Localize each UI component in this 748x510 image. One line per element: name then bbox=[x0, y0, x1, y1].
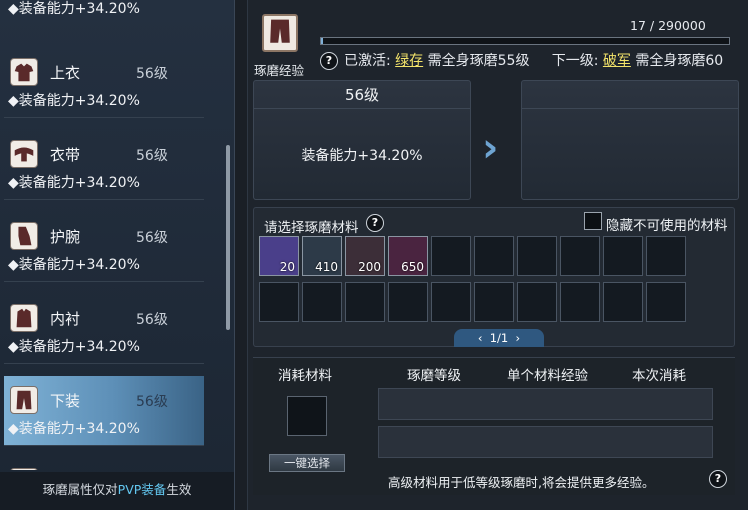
equip-name: 内衬 bbox=[50, 310, 81, 328]
consume-material-slot[interactable] bbox=[287, 396, 327, 436]
material-slot[interactable]: 410 bbox=[302, 236, 342, 276]
arrow-right-icon: › bbox=[482, 125, 499, 171]
equipment-list: ◆装备能力+34.20% 上衣 56级 ◆装备能力+34.20% 衣带 56级 … bbox=[0, 0, 225, 470]
equip-stat: ◆装备能力+34.20% bbox=[8, 339, 140, 355]
equip-name: 上衣 bbox=[50, 64, 81, 82]
equip-item-shirt[interactable]: 上衣 56级 ◆装备能力+34.20% bbox=[4, 48, 204, 118]
current-level-box: 56级 装备能力+34.20% bbox=[253, 80, 471, 200]
material-slot[interactable] bbox=[560, 282, 600, 322]
material-slot[interactable] bbox=[345, 282, 385, 322]
equip-name: 下装 bbox=[50, 392, 81, 410]
current-stat: 装备能力+34.20% bbox=[301, 148, 423, 164]
material-slot[interactable] bbox=[517, 282, 557, 322]
material-selection-area: 请选择琢磨材料 ? 隐藏不可使用的材料 20 410 200 650 ‹ 1/1 › bbox=[253, 207, 735, 347]
material-count: 650 bbox=[401, 260, 424, 274]
material-title: 请选择琢磨材料 bbox=[264, 220, 359, 236]
shoes-icon bbox=[10, 468, 38, 470]
equip-stat: ◆装备能力+34.20% bbox=[8, 175, 140, 191]
material-slot[interactable]: 20 bbox=[259, 236, 299, 276]
material-slot[interactable] bbox=[603, 236, 643, 276]
col-this-consume: 本次消耗 bbox=[632, 368, 686, 384]
bracer-icon bbox=[10, 222, 38, 250]
exp-progress-bar bbox=[320, 37, 730, 45]
activated-name-link[interactable]: 绿存 bbox=[395, 53, 423, 69]
material-slot[interactable] bbox=[388, 282, 428, 322]
exp-progress-fill bbox=[321, 38, 323, 44]
material-slot[interactable] bbox=[646, 282, 686, 322]
list-scrollbar[interactable] bbox=[226, 145, 230, 330]
equip-level: 56级 bbox=[136, 312, 168, 328]
equip-level: 56级 bbox=[136, 148, 168, 164]
material-count: 200 bbox=[358, 260, 381, 274]
consume-row-1 bbox=[378, 388, 713, 420]
next-desc: 需全身琢磨60 bbox=[635, 53, 724, 69]
consume-area: 消耗材料 琢磨等级 单个材料经验 本次消耗 一键选择 高级材料用于低等级琢磨时,… bbox=[253, 357, 735, 495]
refine-panel: 琢磨经验 17 / 290000 ? 已激活: 绿存 需全身琢磨55级 下一级:… bbox=[247, 0, 748, 510]
equip-level: 56级 bbox=[136, 66, 168, 82]
equip-name: 衣带 bbox=[50, 146, 81, 164]
material-help-icon[interactable]: ? bbox=[366, 214, 384, 232]
material-slot[interactable] bbox=[431, 282, 471, 322]
material-slot[interactable] bbox=[603, 282, 643, 322]
consume-help-icon[interactable]: ? bbox=[709, 470, 727, 488]
next-level-header bbox=[522, 81, 738, 109]
activation-status: 已激活: 绿存 需全身琢磨55级 下一级: 破军 需全身琢磨60 bbox=[344, 50, 723, 70]
next-label: 下一级: bbox=[551, 53, 599, 69]
equip-item-partial[interactable] bbox=[4, 458, 204, 470]
refine-hint: 高级材料用于低等级琢磨时,将会提供更多经验。 bbox=[388, 475, 655, 490]
material-slot[interactable] bbox=[517, 236, 557, 276]
equip-item-belt[interactable]: 衣带 56级 ◆装备能力+34.20% bbox=[4, 130, 204, 200]
equipment-panel: ◆装备能力+34.20% 上衣 56级 ◆装备能力+34.20% 衣带 56级 … bbox=[0, 0, 235, 510]
inner-wear-icon bbox=[10, 304, 38, 332]
belt-icon bbox=[10, 140, 38, 168]
refine-exp-icon bbox=[262, 14, 298, 52]
material-slot[interactable]: 650 bbox=[388, 236, 428, 276]
material-slot[interactable] bbox=[474, 282, 514, 322]
equip-level: 56级 bbox=[136, 394, 168, 410]
material-slot[interactable] bbox=[474, 236, 514, 276]
col-consume-material: 消耗材料 bbox=[278, 368, 332, 384]
one-click-select-button[interactable]: 一键选择 bbox=[269, 454, 345, 472]
activated-desc: 需全身琢磨55级 bbox=[427, 53, 530, 69]
material-slot[interactable] bbox=[302, 282, 342, 322]
next-name-link[interactable]: 破军 bbox=[603, 53, 631, 69]
equip-item-inner-wear[interactable]: 内衬 56级 ◆装备能力+34.20% bbox=[4, 294, 204, 364]
current-level: 56级 bbox=[254, 81, 470, 109]
pvp-note: 琢磨属性仅对PVP装备生效 bbox=[0, 472, 234, 510]
material-slot[interactable] bbox=[560, 236, 600, 276]
status-help-icon[interactable]: ? bbox=[320, 52, 338, 70]
hide-unusable-label: 隐藏不可使用的材料 bbox=[606, 218, 728, 234]
equip-item-pants[interactable]: 下装 56级 ◆装备能力+34.20% bbox=[4, 376, 204, 446]
equip-name: 护腕 bbox=[50, 228, 81, 246]
equip-level: 56级 bbox=[136, 230, 168, 246]
refine-exp-label: 琢磨经验 bbox=[254, 63, 305, 78]
exp-progress-text: 17 / 290000 bbox=[630, 18, 706, 33]
pvp-note-prefix: 琢磨属性仅对 bbox=[42, 482, 118, 497]
pager-text: 1/1 bbox=[489, 331, 509, 345]
col-unit-exp: 单个材料经验 bbox=[507, 368, 588, 384]
equip-stat: ◆装备能力+34.20% bbox=[8, 421, 140, 437]
material-slot[interactable] bbox=[646, 236, 686, 276]
consume-row-2 bbox=[378, 426, 713, 458]
equip-stat: ◆装备能力+34.20% bbox=[8, 257, 140, 273]
material-slot[interactable] bbox=[259, 282, 299, 322]
partial-item-stat: ◆装备能力+34.20% bbox=[8, 1, 140, 17]
next-level-box bbox=[521, 80, 739, 200]
material-pager[interactable]: ‹ 1/1 › bbox=[454, 329, 544, 347]
activated-label: 已激活: bbox=[344, 53, 391, 69]
material-count: 410 bbox=[315, 260, 338, 274]
col-refine-level: 琢磨等级 bbox=[407, 368, 461, 384]
pants-icon bbox=[10, 386, 38, 414]
shirt-icon bbox=[10, 58, 38, 86]
equip-item-bracer[interactable]: 护腕 56级 ◆装备能力+34.20% bbox=[4, 212, 204, 282]
material-slot[interactable]: 200 bbox=[345, 236, 385, 276]
equip-stat: ◆装备能力+34.20% bbox=[8, 93, 140, 109]
hide-unusable-checkbox[interactable] bbox=[584, 212, 602, 230]
material-count: 20 bbox=[279, 260, 295, 274]
material-slot[interactable] bbox=[431, 236, 471, 276]
pvp-note-suffix: 生效 bbox=[166, 482, 192, 497]
pvp-note-highlight: PVP装备 bbox=[117, 482, 167, 497]
